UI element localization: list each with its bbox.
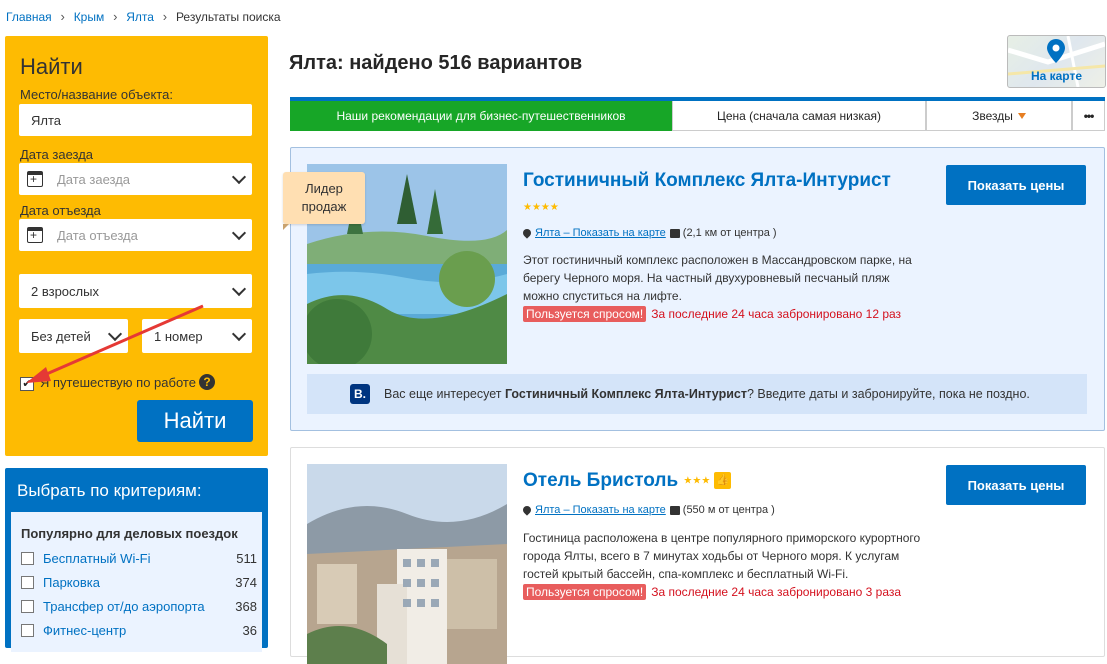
filter-row[interactable]: Трансфер от/до аэропорта 368 xyxy=(21,599,257,614)
filter-checkbox[interactable] xyxy=(21,576,34,589)
sort-recommended-tab[interactable]: Наши рекомендации для бизнес-путешествен… xyxy=(290,101,672,131)
criteria-title: Выбрать по критериям: xyxy=(17,481,202,500)
map-button[interactable]: На карте xyxy=(1007,35,1106,88)
location-pin-icon xyxy=(521,227,533,239)
filter-checkbox[interactable] xyxy=(21,600,34,613)
hotel-card: Гостиничный Комплекс Ялта-Интурист ★★★★ … xyxy=(290,147,1105,431)
sort-stars-label: Звезды xyxy=(972,108,1013,123)
annotation-arrow-icon xyxy=(26,304,204,383)
sort-more-button[interactable]: ••• xyxy=(1072,101,1105,131)
page-title: Ялта: найдено 516 вариантов xyxy=(289,52,583,74)
filter-count: 36 xyxy=(242,623,257,638)
reminder-pre: Вас еще интересует xyxy=(384,387,505,401)
reminder-hotel-name: Гостиничный Комплекс Ялта-Интурист xyxy=(504,387,747,401)
show-on-map-link[interactable]: Ялта – Показать на карте xyxy=(535,227,666,239)
bestseller-badge: Лидер продаж xyxy=(283,172,365,230)
hotel-card: Отель Бристоль ★★★ 👍 Ялта – Показать на к… xyxy=(290,447,1105,664)
hotel-name-text: Отель Бристоль xyxy=(523,470,679,491)
map-pin-icon xyxy=(1047,39,1065,63)
location-pin-icon xyxy=(521,504,533,516)
sort-stars-tab[interactable]: Звезды xyxy=(926,101,1072,131)
booking-logo-icon: B. xyxy=(350,384,370,404)
sort-price-tab[interactable]: Цена (сначала самая низкая) xyxy=(672,101,926,131)
hotel-photo[interactable] xyxy=(307,464,507,664)
distance-icon xyxy=(669,505,680,515)
hotel-distance: (550 м от центра ) xyxy=(682,504,775,516)
filter-label: Бесплатный Wi-Fi xyxy=(43,551,151,566)
show-on-map-link[interactable]: Ялта – Показать на карте xyxy=(535,504,666,516)
thumbs-up-icon: 👍 xyxy=(714,472,732,490)
filter-label: Трансфер от/до аэропорта xyxy=(43,599,205,614)
caret-down-icon xyxy=(1017,112,1026,119)
hotel-name-link[interactable]: Отель Бристоль ★★★ 👍 xyxy=(523,470,732,492)
star-rating-icon: ★★★ xyxy=(683,475,711,487)
sort-bar: Наши рекомендации для бизнес-путешествен… xyxy=(290,97,1105,131)
hotel-location: Ялта – Показать на карте (2,1 км от цент… xyxy=(521,227,777,239)
filter-checkbox[interactable] xyxy=(21,624,34,637)
filter-label: Фитнес-центр xyxy=(43,623,127,638)
show-prices-button[interactable]: Показать цены xyxy=(946,165,1086,205)
criteria-subtitle: Популярно для деловых поездок xyxy=(21,526,238,541)
booking-reminder: B. Вас еще интересует Гостиничный Компле… xyxy=(307,374,1087,414)
hotel-description: Этот гостиничный комплекс расположен в М… xyxy=(523,253,912,303)
demand-badge: Пользуется спросом! xyxy=(523,584,647,600)
demand-text: За последние 24 часа забронировано 12 ра… xyxy=(651,307,902,321)
hotel-description: Гостиница расположена в центре популярно… xyxy=(523,531,921,581)
distance-icon xyxy=(669,228,680,238)
demand-text: За последние 24 часа забронировано 3 раз… xyxy=(651,585,902,599)
demand-badge: Пользуется спросом! xyxy=(523,306,647,322)
hotel-distance: (2,1 км от центра ) xyxy=(682,227,777,239)
hotel-location: Ялта – Показать на карте (550 м от центр… xyxy=(521,504,775,516)
filter-count: 511 xyxy=(236,551,257,566)
hotel-photo-image xyxy=(307,464,507,664)
hotel-name-link[interactable]: Гостиничный Комплекс Ялта-Интурист xyxy=(523,170,891,192)
filter-count: 374 xyxy=(235,575,257,590)
show-prices-button[interactable]: Показать цены xyxy=(946,465,1086,505)
filter-count: 368 xyxy=(235,599,257,614)
demand-notice: Пользуется спросом! За последние 24 часа… xyxy=(523,584,901,600)
reminder-text: Вас еще интересует Гостиничный Комплекс … xyxy=(384,387,1030,401)
filter-checkbox[interactable] xyxy=(21,552,34,565)
reminder-post: ? Введите даты и забронируйте, пока не п… xyxy=(747,387,1030,401)
filter-row[interactable]: Фитнес-центр 36 xyxy=(21,623,257,638)
filter-row[interactable]: Бесплатный Wi-Fi 511 xyxy=(21,551,257,566)
demand-notice: Пользуется спросом! За последние 24 часа… xyxy=(523,306,901,322)
filter-row[interactable]: Парковка 374 xyxy=(21,575,257,590)
filter-label: Парковка xyxy=(43,575,100,590)
criteria-inner: Популярно для деловых поездок Бесплатный… xyxy=(11,512,262,652)
criteria-panel: Выбрать по критериям: Популярно для дело… xyxy=(5,468,268,652)
map-button-label: На карте xyxy=(1030,69,1083,83)
star-rating-icon: ★★★★ xyxy=(523,202,559,213)
